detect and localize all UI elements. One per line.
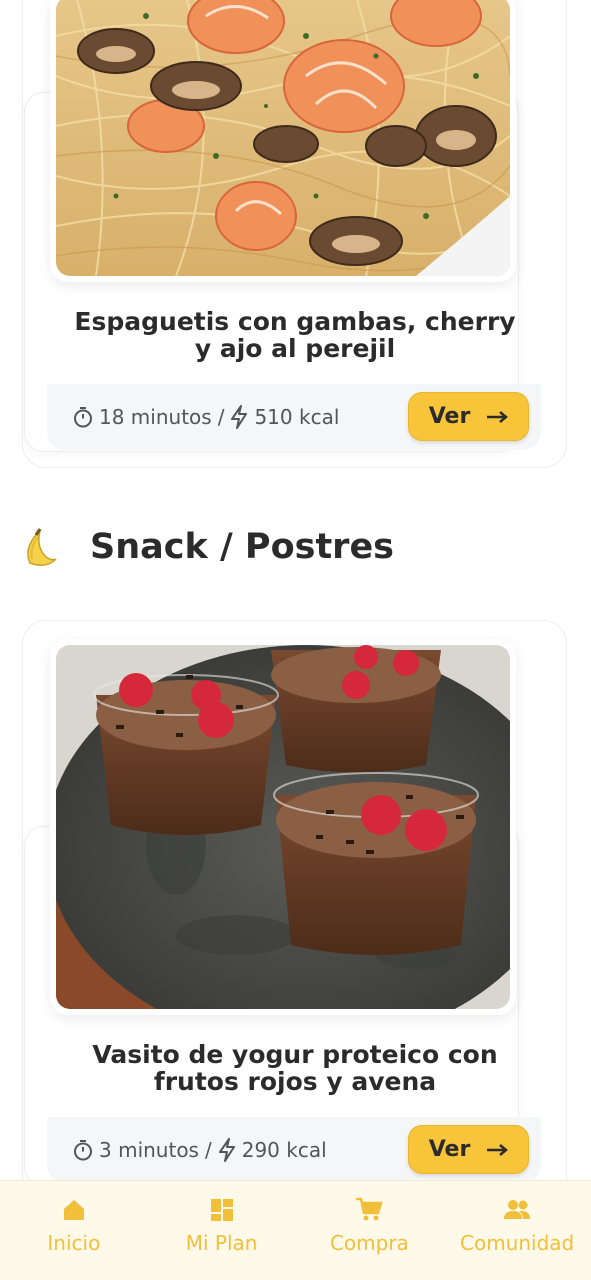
recipe-title[interactable]: Espaguetis con gambas, cherry y ajo al p… xyxy=(60,308,530,362)
tab-label: Comunidad xyxy=(460,1231,575,1255)
recipe-title-line: Vasito de yogur proteico con xyxy=(92,1040,498,1069)
recipe-title[interactable]: Vasito de yogur proteico con frutos rojo… xyxy=(60,1041,530,1095)
tab-compra[interactable]: Compra xyxy=(296,1181,444,1280)
tab-label: Inicio xyxy=(47,1231,101,1255)
recipe-image[interactable] xyxy=(56,645,510,1009)
recipe-meta: 18 minutos / 510 kcal xyxy=(73,384,339,450)
arrow-right-icon xyxy=(487,1143,509,1156)
bolt-icon xyxy=(231,405,248,429)
recipe-image[interactable] xyxy=(56,0,510,276)
view-recipe-button[interactable]: Ver xyxy=(408,392,529,441)
recipe-title-line: y ajo al perejil xyxy=(194,334,396,363)
banana-icon xyxy=(27,528,57,566)
timer-icon xyxy=(74,1140,92,1161)
screen: Espaguetis con gambas, cherry y ajo al p… xyxy=(0,0,591,1280)
people-icon xyxy=(504,1200,531,1219)
recipe-meta: 3 minutos / 290 kcal xyxy=(73,1117,327,1183)
home-icon xyxy=(63,1200,84,1220)
recipe-meta-bar: 18 minutos / 510 kcal Ver xyxy=(47,384,541,450)
recipe-kcal: 290 kcal xyxy=(241,1138,327,1162)
bottom-tab-bar: Inicio Mi Plan Compra Comunidad xyxy=(0,1180,591,1280)
grid-icon xyxy=(210,1199,233,1221)
tab-label: Compra xyxy=(329,1231,409,1255)
tab-inicio[interactable]: Inicio xyxy=(0,1181,148,1280)
meta-separator: / xyxy=(217,405,225,429)
tab-comunidad[interactable]: Comunidad xyxy=(443,1181,591,1280)
tab-label: Mi Plan xyxy=(185,1231,258,1255)
recipe-title-line: frutos rojos y avena xyxy=(153,1067,437,1096)
recipe-image-frame xyxy=(50,0,516,282)
arrow-right-icon xyxy=(487,410,509,423)
recipe-kcal: 510 kcal xyxy=(254,405,340,429)
bolt-icon xyxy=(218,1138,235,1162)
view-recipe-button[interactable]: Ver xyxy=(408,1125,529,1174)
tab-mi-plan[interactable]: Mi Plan xyxy=(148,1181,296,1280)
recipe-minutes: 18 minutos xyxy=(99,405,212,429)
meta-separator: / xyxy=(204,1138,212,1162)
recipe-title-line: Espaguetis con gambas, cherry xyxy=(74,307,516,336)
section-header: Snack / Postres xyxy=(22,524,394,570)
recipe-image-frame xyxy=(50,639,516,1015)
section-title: Snack / Postres xyxy=(90,527,395,567)
cart-icon xyxy=(356,1197,384,1221)
recipe-minutes: 3 minutos xyxy=(99,1138,199,1162)
timer-icon xyxy=(74,407,92,428)
view-recipe-label: Ver xyxy=(428,404,471,429)
recipe-meta-bar: 3 minutos / 290 kcal Ver xyxy=(47,1117,541,1183)
view-recipe-label: Ver xyxy=(428,1137,471,1162)
